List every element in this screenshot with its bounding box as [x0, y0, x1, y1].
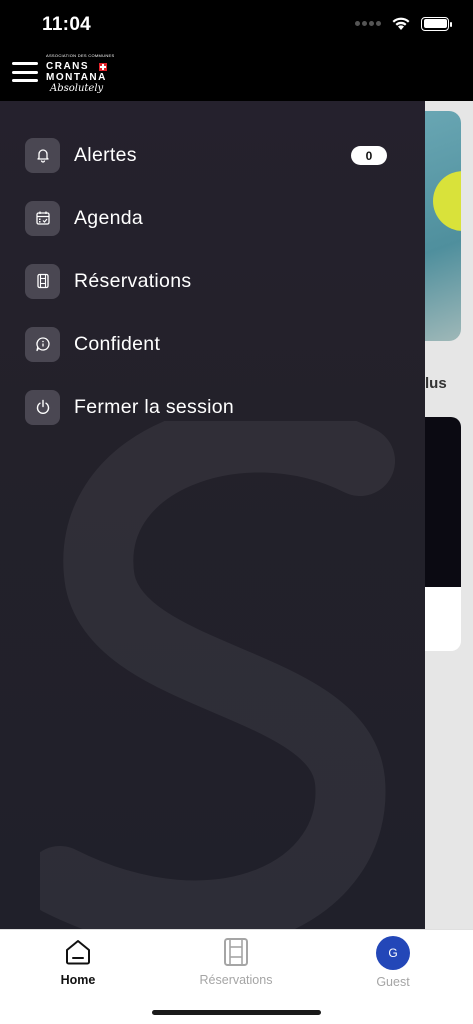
- drawer-item-label: Réservations: [74, 269, 192, 292]
- status-time: 11:04: [42, 14, 92, 35]
- drawer-item-label: Confident: [74, 332, 161, 355]
- drawer-item-agenda[interactable]: Agenda: [25, 200, 400, 236]
- tab-label: Réservations: [199, 973, 273, 987]
- status-icons: [355, 16, 452, 31]
- calendar-icon: [25, 200, 60, 236]
- cellular-signal-icon: [355, 21, 381, 26]
- background-event-image: [425, 417, 461, 587]
- drawer-item-logout[interactable]: Fermer la session: [25, 389, 400, 425]
- background-featured-card[interactable]: [425, 111, 461, 341]
- logo-association-text: ASSOCIATION DES COMMUNES: [46, 53, 115, 58]
- drawer-item-reservations[interactable]: Réservations: [25, 263, 400, 299]
- top-bar: 11:04 ASSOCIATION DES COMMUNES CRANS MON…: [0, 0, 473, 101]
- background-event-card[interactable]: [425, 417, 461, 651]
- drawer-item-label: Agenda: [74, 206, 144, 229]
- logo-tagline: Absolutely: [50, 83, 104, 94]
- menu-button[interactable]: [12, 62, 38, 82]
- home-icon: [62, 936, 94, 968]
- power-icon: [25, 389, 60, 425]
- logo-crans-text: CRANS: [46, 61, 90, 72]
- drawer-item-label: Alertes: [74, 143, 137, 166]
- drawer-menu: Alertes 0 Agenda Réservations Confident: [25, 137, 400, 452]
- tennis-ball-image: [433, 171, 461, 231]
- alert-count-badge: 0: [351, 146, 387, 165]
- tab-label: Guest: [376, 975, 410, 989]
- bottom-tab-bar: Home Réservations G Guest: [0, 929, 473, 1024]
- battery-icon: [421, 16, 452, 31]
- logo-montana-text: MONTANA: [46, 72, 107, 83]
- crans-montana-logo: ASSOCIATION DES COMMUNES CRANS MONTANA A…: [46, 53, 114, 95]
- navigation-drawer: Alertes 0 Agenda Réservations Confident: [0, 101, 425, 929]
- background-content: lus: [425, 101, 473, 929]
- bell-icon: [25, 137, 60, 173]
- chat-info-icon: [25, 326, 60, 362]
- swiss-flag-icon: [99, 62, 108, 71]
- tab-reservations[interactable]: Réservations: [176, 936, 296, 987]
- drawer-item-label: Fermer la session: [74, 395, 235, 418]
- avatar: G: [376, 936, 410, 970]
- film-icon: [220, 936, 252, 968]
- tab-guest[interactable]: G Guest: [333, 936, 453, 989]
- drawer-item-alertes[interactable]: Alertes 0: [25, 137, 400, 173]
- background-see-more[interactable]: lus: [425, 375, 447, 392]
- brand-watermark: [40, 421, 395, 929]
- tab-home[interactable]: Home: [18, 936, 138, 987]
- tab-label: Home: [60, 973, 96, 987]
- film-icon: [25, 263, 60, 299]
- drawer-item-confident[interactable]: Confident: [25, 326, 400, 362]
- wifi-icon: [392, 17, 410, 30]
- home-indicator: [152, 1010, 321, 1015]
